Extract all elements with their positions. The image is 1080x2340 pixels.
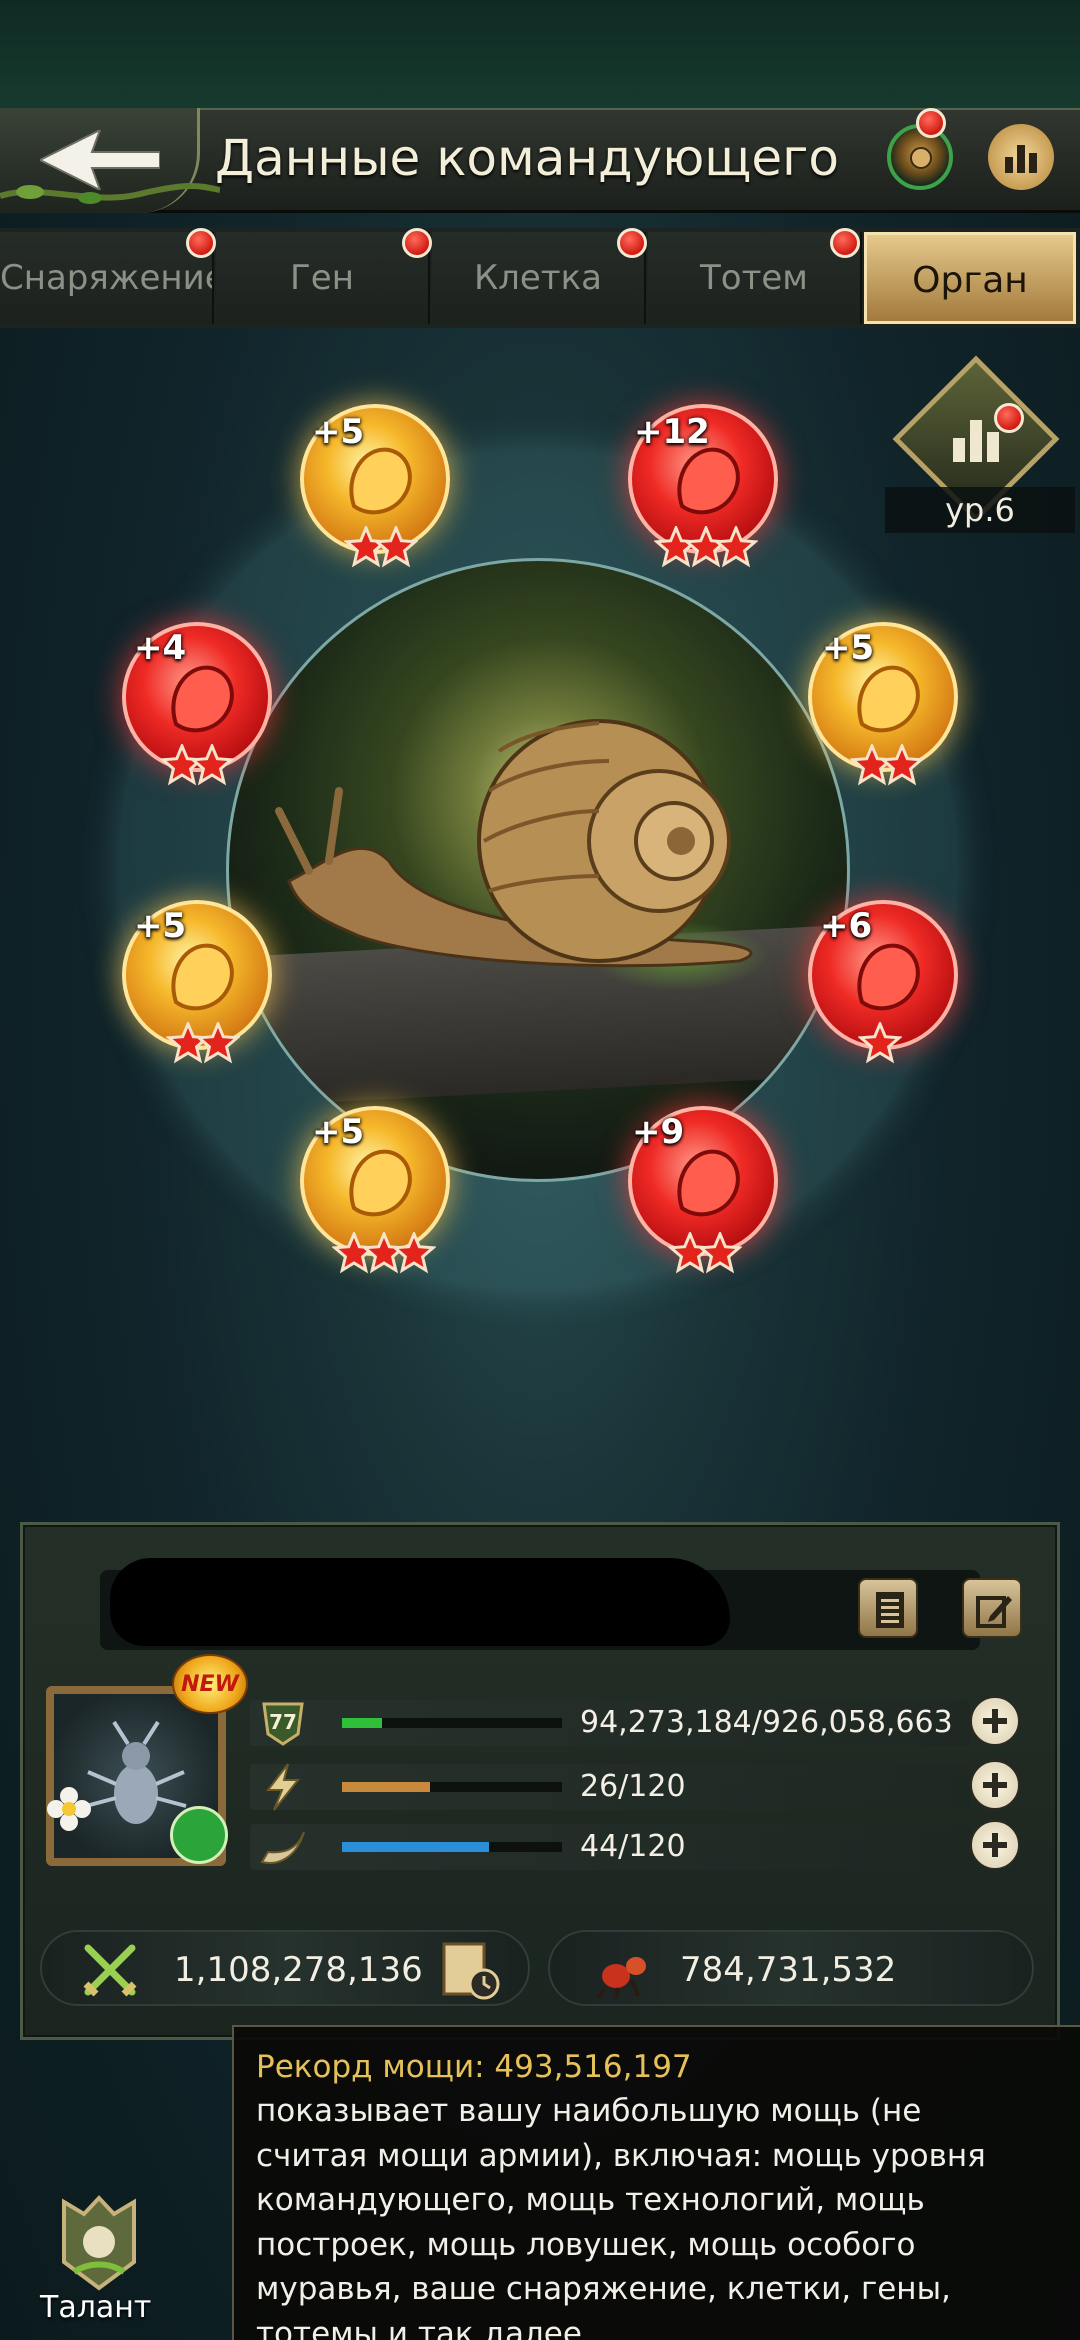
tab-cell-badge	[617, 228, 647, 258]
tab-totem-badge	[830, 228, 860, 258]
tooltip-body: показывает вашу наибольшую мощь (не счит…	[256, 2089, 1058, 2340]
bar-chart-icon	[1005, 145, 1037, 173]
notification-dot	[916, 108, 946, 138]
army-power-box: 784,731,532	[548, 1930, 1034, 2006]
star-icon	[332, 1232, 377, 1274]
star-icon	[697, 1232, 742, 1274]
stat-row: 44/120	[250, 1820, 1030, 1874]
talent-label[interactable]: Талант	[40, 2290, 170, 2334]
log-button[interactable]	[858, 1578, 918, 1638]
commander-level-icon: 77	[262, 1702, 304, 1746]
power-box: 1,108,278,136	[40, 1930, 530, 2006]
stat-row: 26/120	[250, 1760, 1030, 1814]
scroll-clock-icon	[442, 1942, 500, 2000]
organ-level-label: ур.6	[885, 487, 1075, 533]
stat-bar-fill	[342, 1842, 489, 1852]
talent-icon[interactable]	[54, 2192, 144, 2292]
crossed-swords-icon	[83, 1944, 137, 1997]
tooltip-line: муравья, ваше снаряжение, клетки, гены,	[256, 2271, 951, 2307]
organ-level: +5	[312, 412, 365, 452]
commander-level-text: 77	[269, 1710, 297, 1734]
tooltip-line: показывает вашу наибольшую мощь (не	[256, 2093, 922, 2129]
document-icon	[876, 1592, 904, 1628]
stat-bar	[342, 1842, 562, 1852]
star-icon	[195, 1022, 240, 1064]
organ-level-badge	[994, 403, 1024, 433]
flower-icon	[47, 1787, 91, 1831]
stat-bar	[342, 1718, 562, 1728]
star-icon	[344, 526, 389, 568]
page-title: Данные командующего	[215, 129, 840, 187]
star-icon	[189, 744, 234, 786]
army-ant-icon	[596, 1957, 646, 2000]
organ-level: +9	[632, 1112, 685, 1152]
stat-add-button[interactable]	[970, 1760, 1020, 1810]
organ-level: +4	[134, 628, 187, 668]
tab-equipment-badge	[186, 228, 216, 258]
ranking-button[interactable]	[988, 124, 1054, 190]
stat-row: 77 94,273,184/926,058,663	[250, 1696, 1030, 1750]
commander-name-redacted	[110, 1558, 730, 1646]
tab-equipment[interactable]: Снаряжение	[0, 232, 214, 324]
organ-level: +5	[822, 628, 875, 668]
stat-add-button[interactable]	[970, 1820, 1020, 1870]
tab-gene[interactable]: Ген	[216, 232, 430, 324]
tooltip-title: Рекорд мощи: 493,516,197	[256, 2049, 692, 2085]
star-icon	[858, 1022, 902, 1064]
stat-value: 94,273,184/926,058,663	[580, 1705, 953, 1740]
commander-swap-icon	[910, 147, 932, 169]
refresh-icon[interactable]	[170, 1806, 228, 1864]
star-icon	[373, 526, 418, 568]
star-icon	[713, 526, 758, 568]
top-decor	[0, 0, 1080, 108]
snail-icon	[275, 719, 753, 968]
horn-icon	[260, 1831, 305, 1864]
star-icon	[654, 526, 699, 568]
stat-value: 26/120	[580, 1769, 686, 1804]
commander-portrait	[226, 558, 850, 1182]
star-icon	[361, 1232, 407, 1274]
stat-bar-fill	[342, 1782, 430, 1792]
organ-level: +5	[134, 906, 187, 946]
organ-stars	[668, 1232, 742, 1276]
organ-stars	[858, 1022, 902, 1066]
lightning-icon	[265, 1763, 301, 1811]
edit-icon	[976, 1596, 1012, 1628]
new-badge: NEW	[172, 1654, 248, 1714]
star-icon	[850, 744, 895, 786]
tooltip-line: тотемы и так далее.	[256, 2315, 592, 2340]
rename-button[interactable]	[962, 1578, 1022, 1638]
power-value: 1,108,278,136	[174, 1950, 423, 1990]
star-icon	[391, 1232, 436, 1274]
organ-level: +12	[634, 412, 710, 452]
tooltip-line: командующего, мощь технологий, мощь	[256, 2182, 925, 2218]
tab-cell[interactable]: Клетка	[432, 232, 646, 324]
stat-bar-fill	[342, 1718, 382, 1728]
vine-decor	[0, 183, 220, 204]
star-icon	[683, 526, 729, 568]
organ-level: +6	[820, 906, 873, 946]
organ-stars	[332, 1232, 436, 1276]
organ-stars	[166, 1022, 240, 1066]
star-icon	[879, 744, 924, 786]
tooltip-line: считая мощи армии), включая: мощь уровня	[256, 2137, 986, 2174]
organ-level: +5	[312, 1112, 365, 1152]
power-record-button[interactable]	[438, 1938, 502, 2002]
star-icon	[160, 744, 205, 786]
power-record-tooltip: Рекорд мощи: 493,516,197 показывает вашу…	[232, 2025, 1080, 2340]
organ-stars	[160, 744, 234, 788]
army-power-value: 784,731,532	[680, 1950, 897, 1990]
stat-bar	[342, 1782, 562, 1792]
star-icon	[668, 1232, 713, 1274]
organ-stars	[850, 744, 924, 788]
tooltip-line: построек, мощь ловушек, мощь особого	[256, 2226, 916, 2263]
star-icon	[166, 1022, 211, 1064]
tab-gene-badge	[402, 228, 432, 258]
organ-stars	[344, 526, 418, 570]
organ-stars	[654, 526, 758, 570]
tab-organ[interactable]: Орган	[864, 232, 1076, 324]
stat-value: 44/120	[580, 1829, 686, 1864]
stat-add-button[interactable]	[970, 1696, 1020, 1746]
